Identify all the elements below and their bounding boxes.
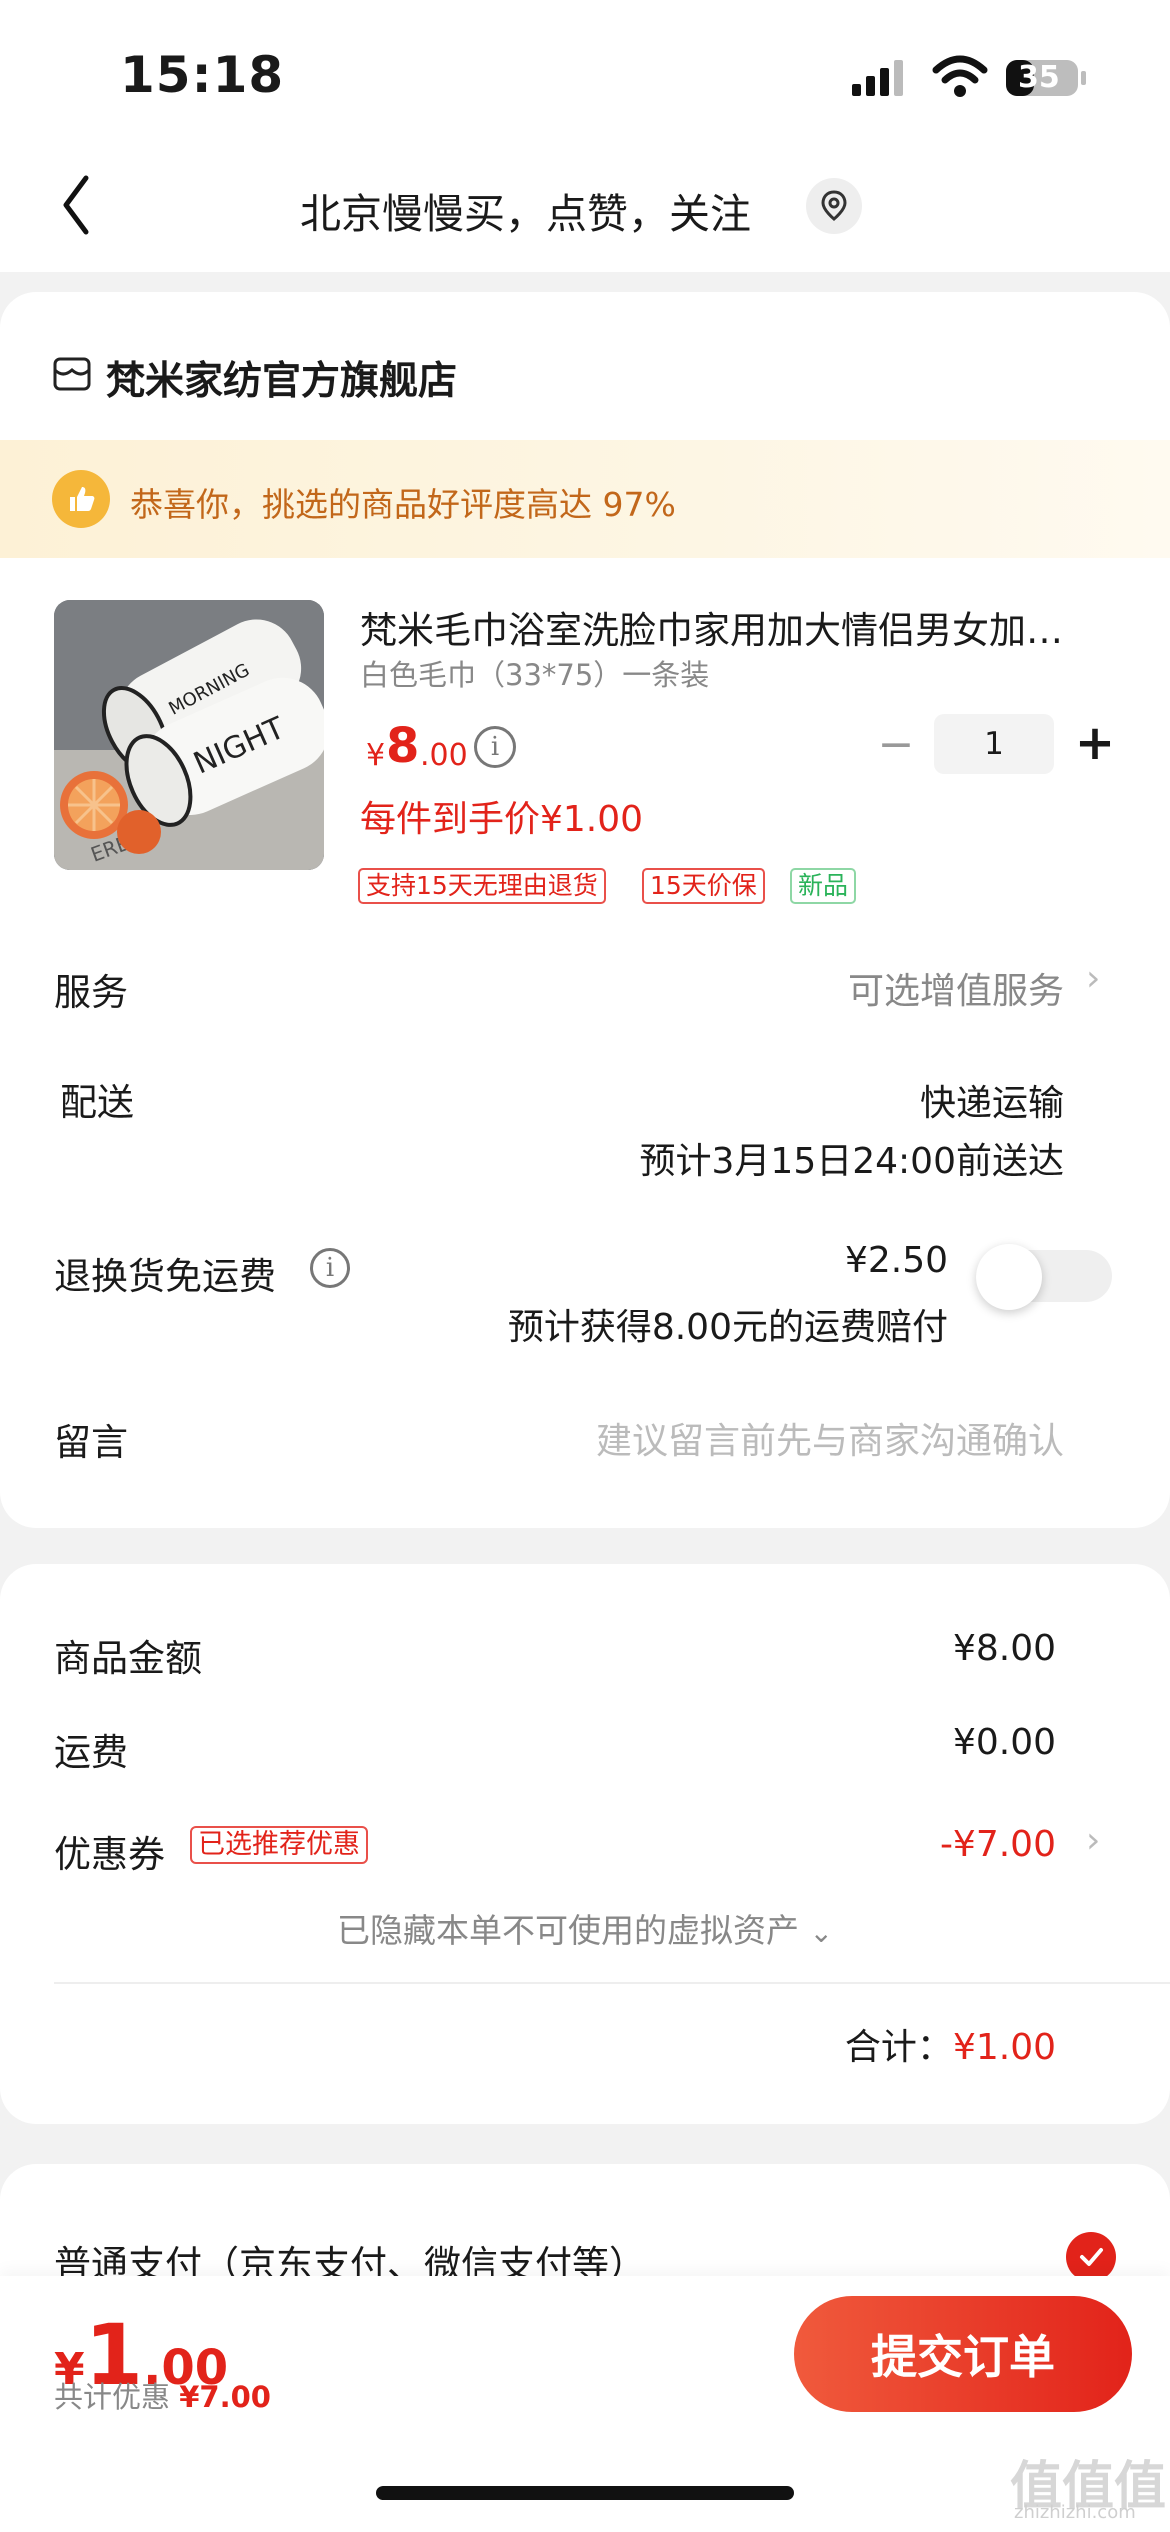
- submit-order-button[interactable]: 提交订单: [794, 2296, 1132, 2412]
- delivery-eta: 预计3月15日24:00前送达: [639, 1141, 1064, 1182]
- price-symbol: ¥: [366, 738, 386, 773]
- watermark-url: zhizhizhi.com: [1014, 2502, 1136, 2523]
- hidden-assets-toggle[interactable]: 已隐藏本单不可使用的虚拟资产 ⌄: [0, 1904, 1170, 1952]
- discount-value: ¥7.00: [179, 2380, 271, 2414]
- wifi-icon: [932, 55, 988, 97]
- product-image[interactable]: MORNING NIGHT EREAL: [54, 600, 324, 870]
- price-protect-tag: 15天价保: [642, 868, 765, 904]
- service-label: 服务: [54, 971, 128, 1014]
- quantity-increase-button[interactable]: +: [1070, 712, 1120, 774]
- product-spec[interactable]: 白色毛巾（33*75）一条装: [360, 652, 709, 694]
- discount-label: 共计优惠: [54, 2380, 171, 2414]
- total-value: ¥1.00: [952, 2027, 1056, 2068]
- message-input[interactable]: 建议留言前先与商家沟通确认: [596, 1412, 1064, 1464]
- quantity-input[interactable]: 1: [934, 714, 1054, 774]
- coupon-value[interactable]: -¥7.00: [940, 1824, 1056, 1865]
- service-value[interactable]: 可选增值服务: [848, 962, 1064, 1014]
- price-integer: 8: [386, 718, 420, 774]
- return-shipping-note: 预计获得8.00元的运费赔付: [507, 1307, 948, 1348]
- back-icon[interactable]: [56, 170, 96, 240]
- coupon-badge: 已选推荐优惠: [190, 1826, 368, 1864]
- page-title[interactable]: 北京慢慢买，点赞，关注: [300, 180, 751, 240]
- total-label: 合计：: [844, 2027, 953, 2068]
- toggle-knob[interactable]: [976, 1244, 1042, 1310]
- return-shipping-info-icon[interactable]: i: [310, 1248, 350, 1288]
- hidden-assets-text: 已隐藏本单不可使用的虚拟资产: [337, 1911, 800, 1950]
- return-shipping-label: 退换货免运费: [54, 1255, 276, 1298]
- checkmark-icon[interactable]: [1066, 2232, 1116, 2282]
- divider: [54, 1982, 1170, 1984]
- status-time: 15:18: [120, 46, 285, 104]
- unit-final-price: 每件到手价¥1.00: [360, 799, 644, 840]
- store-name[interactable]: 梵米家纺官方旗舰店: [106, 350, 457, 406]
- quantity-decrease-button[interactable]: −: [874, 720, 918, 770]
- delivery-label: 配送: [60, 1081, 134, 1124]
- battery-icon: 35: [1004, 56, 1088, 100]
- signal-icon: [852, 60, 903, 96]
- service-chevron-icon[interactable]: ›: [1086, 958, 1100, 999]
- rating-banner-text: 恭喜你，挑选的商品好评度高达 97%: [130, 485, 676, 524]
- return-policy-tag: 支持15天无理由退货: [358, 868, 606, 904]
- delivery-method[interactable]: 快递运输: [920, 1074, 1064, 1126]
- new-product-tag: 新品: [790, 868, 857, 904]
- home-indicator: [376, 2486, 794, 2500]
- store-icon: [53, 357, 91, 391]
- message-label: 留言: [54, 1421, 128, 1464]
- total-discount: 共计优惠 ¥7.00: [54, 2374, 271, 2416]
- coupon-chevron-icon[interactable]: ›: [1086, 1820, 1100, 1861]
- coupon-label: 优惠券: [54, 1833, 165, 1876]
- goods-amount-label: 商品金额: [54, 1637, 202, 1680]
- price-decimal: .00: [420, 738, 468, 773]
- shipping-fee-label: 运费: [54, 1731, 128, 1774]
- thumbs-up-icon: [52, 470, 110, 528]
- chevron-down-icon: ⌄: [809, 1916, 833, 1949]
- product-title[interactable]: 梵米毛巾浴室洗脸巾家用加大情侣男女加…: [360, 600, 1120, 654]
- return-shipping-price: ¥2.50: [844, 1240, 948, 1281]
- battery-level: 35: [1018, 60, 1060, 95]
- goods-amount-value: ¥8.00: [952, 1628, 1056, 1669]
- order-total: 合计：¥1.00: [845, 2018, 1056, 2070]
- price-info-icon[interactable]: i: [474, 726, 516, 768]
- location-pin-icon[interactable]: [806, 178, 862, 234]
- shipping-fee-value: ¥0.00: [952, 1722, 1056, 1763]
